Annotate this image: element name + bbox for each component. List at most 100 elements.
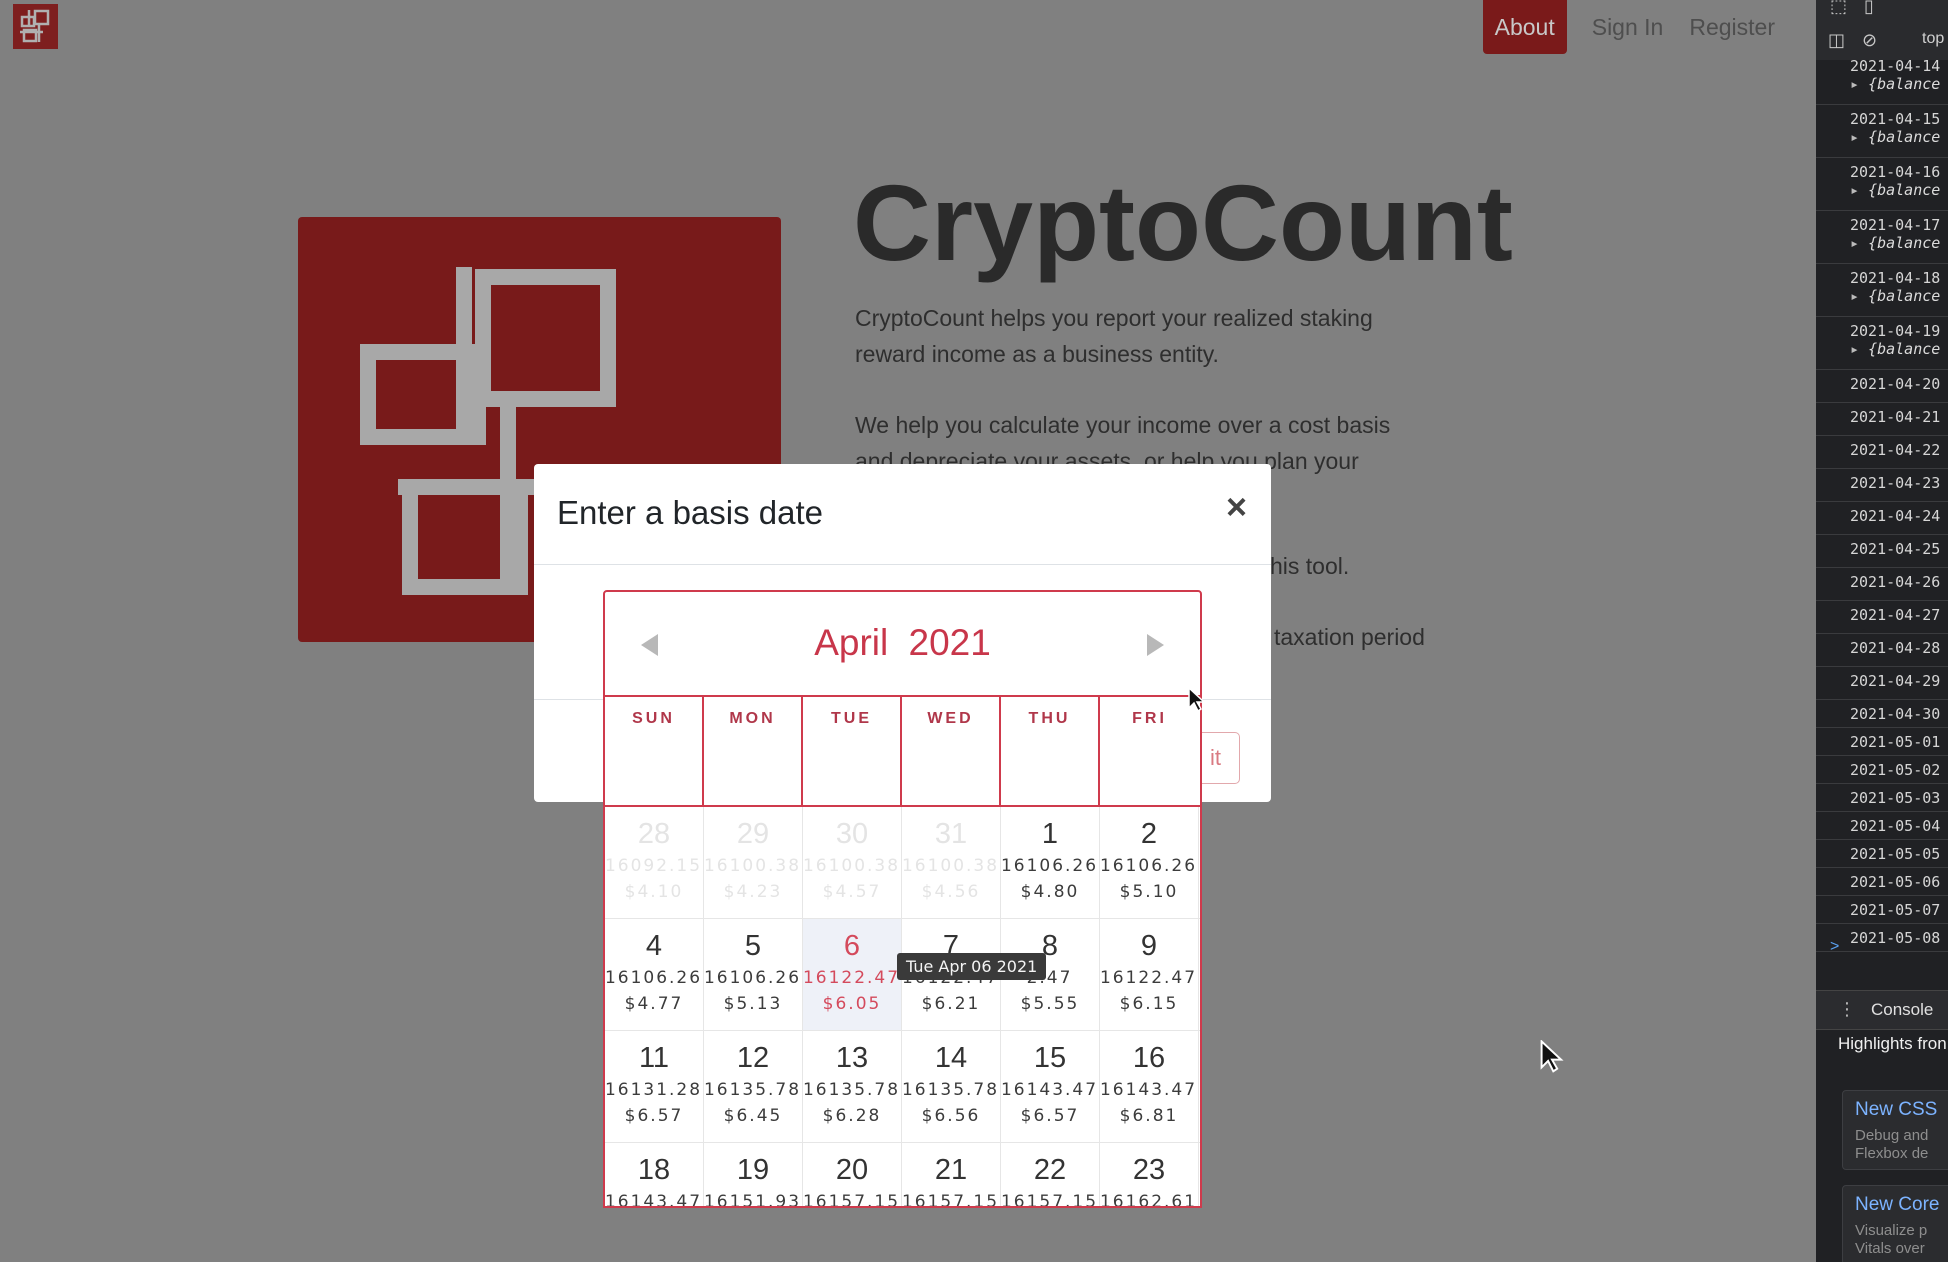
calendar-day[interactable]: 22 16157.15 bbox=[1001, 1143, 1100, 1206]
console-log-entry[interactable]: 2021-04-14{balance bbox=[1816, 52, 1948, 105]
log-object[interactable]: {balance bbox=[1850, 128, 1948, 146]
log-object[interactable]: {balance bbox=[1850, 340, 1948, 358]
calendar-day[interactable]: 30 16100.38 $4.57 bbox=[803, 807, 902, 918]
console-log-entry[interactable]: 2021-05-02 bbox=[1816, 756, 1948, 784]
whats-new-card[interactable]: New CSS Debug and Flexbox de bbox=[1842, 1090, 1948, 1170]
log-object[interactable]: {balance bbox=[1850, 234, 1948, 252]
calendar-day[interactable]: 28 16092.15 $4.10 bbox=[605, 807, 704, 918]
context-selector[interactable]: top bbox=[1922, 30, 1944, 48]
console-log-entry[interactable]: 2021-04-24 bbox=[1816, 502, 1948, 535]
log-date: 2021-04-16 bbox=[1850, 163, 1941, 181]
log-date: 2021-04-30 bbox=[1850, 705, 1941, 723]
calendar-day[interactable]: 31 16100.38 $4.56 bbox=[902, 807, 1001, 918]
console-prompt-icon[interactable]: > bbox=[1830, 938, 1839, 956]
card-desc-line: Flexbox de bbox=[1855, 1145, 1929, 1162]
console-log-entry[interactable]: 2021-05-05 bbox=[1816, 840, 1948, 868]
calendar-day[interactable]: 12 16135.78 $6.45 bbox=[704, 1031, 803, 1142]
console-log-entry[interactable]: 2021-04-23 bbox=[1816, 469, 1948, 502]
card-desc: Visualize p Vitals over bbox=[1855, 1222, 1927, 1258]
day-balance: 16100.38 bbox=[802, 856, 901, 876]
calendar-day[interactable]: 4 16106.26 $4.77 bbox=[605, 919, 704, 1030]
card-desc-line: Debug and bbox=[1855, 1127, 1929, 1144]
console-log-entry[interactable]: 2021-04-17{balance bbox=[1816, 211, 1948, 264]
next-month-icon[interactable] bbox=[1147, 634, 1164, 656]
brand-logo[interactable] bbox=[13, 4, 58, 49]
console-log-entry[interactable]: 2021-05-04 bbox=[1816, 812, 1948, 840]
log-object[interactable]: {balance bbox=[1850, 287, 1948, 305]
day-number: 1 bbox=[1041, 818, 1059, 850]
console-log-entry[interactable]: 2021-04-30 bbox=[1816, 700, 1948, 728]
day-usd-value: $5.13 bbox=[723, 994, 783, 1014]
log-date: 2021-05-03 bbox=[1850, 789, 1941, 807]
log-date: 2021-04-19 bbox=[1850, 322, 1941, 340]
clear-console-icon[interactable]: ⊘ bbox=[1862, 30, 1877, 51]
console-log-entry[interactable]: 2021-04-29 bbox=[1816, 667, 1948, 700]
calendar-day[interactable]: 16 16143.47 $6.81 bbox=[1100, 1031, 1199, 1142]
console-log-entry[interactable]: 2021-05-01 bbox=[1816, 728, 1948, 756]
calendar-day[interactable]: 19 16151.93 bbox=[704, 1143, 803, 1206]
log-date: 2021-05-08 bbox=[1850, 929, 1941, 947]
hero-paragraph-4: taxation period bbox=[1274, 624, 1425, 650]
calendar-week-row: 11 16131.28 $6.57 12 16135.78 $6.45 13 16135.78… bbox=[605, 1031, 1200, 1143]
day-number: 20 bbox=[835, 1154, 869, 1186]
calendar-day[interactable]: 2 16106.26 $5.10 bbox=[1100, 807, 1199, 918]
device-toolbar-icon[interactable]: ▯ bbox=[1864, 0, 1874, 17]
calendar-day[interactable]: 15 16143.47 $6.57 bbox=[1001, 1031, 1100, 1142]
console-log-entry[interactable]: 2021-05-03 bbox=[1816, 784, 1948, 812]
nav-sign-in[interactable]: Sign In bbox=[1579, 0, 1677, 54]
console-log-entry[interactable]: 2021-04-21 bbox=[1816, 403, 1948, 436]
calendar-grid: 28 16092.15 $4.10 29 16100.38 $4.23 30 16100.38… bbox=[605, 807, 1200, 1208]
calendar-day[interactable]: 11 16131.28 $6.57 bbox=[605, 1031, 704, 1142]
calendar-day[interactable]: 13 16135.78 $6.28 bbox=[803, 1031, 902, 1142]
day-usd-value: $4.77 bbox=[624, 994, 684, 1014]
log-object[interactable]: {balance bbox=[1850, 181, 1948, 199]
day-balance: 16162.61 bbox=[1099, 1192, 1198, 1208]
weekday-header-row: SUN MON TUE WED THU FRI bbox=[605, 697, 1200, 807]
console-log-entry[interactable]: 2021-04-15{balance bbox=[1816, 105, 1948, 158]
day-balance: 16135.78 bbox=[703, 1080, 802, 1100]
console-output: 2021-04-14{balance2021-04-15{balance2021… bbox=[1816, 52, 1948, 952]
whats-new-card[interactable]: New Core Visualize p Vitals over bbox=[1842, 1185, 1948, 1262]
top-nav: About Sign In Register bbox=[1482, 0, 1788, 54]
day-balance: 16106.26 bbox=[604, 968, 703, 988]
more-options-icon[interactable]: ⋮ bbox=[1838, 999, 1856, 1020]
calendar-day[interactable]: 23 16162.61 bbox=[1099, 1143, 1199, 1208]
console-log-entry[interactable]: 2021-04-19{balance bbox=[1816, 317, 1948, 370]
log-date: 2021-04-21 bbox=[1850, 408, 1941, 426]
console-log-entry[interactable]: 2021-04-18{balance bbox=[1816, 264, 1948, 317]
calendar-day[interactable]: 21 16157.15 bbox=[902, 1143, 1001, 1206]
calendar-day[interactable]: 29 16100.38 $4.23 bbox=[704, 807, 803, 918]
calendar-day[interactable]: 6 16122.47 $6.05 bbox=[803, 919, 902, 1030]
hero-p2-line1: We help you calculate your income over a… bbox=[855, 412, 1391, 438]
calendar-day[interactable]: 18 16143.47 bbox=[605, 1143, 704, 1206]
day-usd-value: $6.57 bbox=[624, 1106, 684, 1126]
console-log-entry[interactable]: 2021-05-07 bbox=[1816, 896, 1948, 924]
log-date: 2021-04-28 bbox=[1850, 639, 1941, 657]
sidebar-toggle-icon[interactable]: ◫ bbox=[1828, 30, 1845, 51]
log-object[interactable]: {balance bbox=[1850, 75, 1948, 93]
console-log-entry[interactable]: 2021-04-22 bbox=[1816, 436, 1948, 469]
console-log-entry[interactable]: 2021-04-25 bbox=[1816, 535, 1948, 568]
console-log-entry[interactable]: 2021-04-28 bbox=[1816, 634, 1948, 667]
day-number: 22 bbox=[1033, 1154, 1067, 1186]
day-usd-value: $4.57 bbox=[822, 882, 882, 902]
nav-about[interactable]: About bbox=[1482, 0, 1567, 54]
console-log-entry[interactable]: 2021-04-27 bbox=[1816, 601, 1948, 634]
calendar-day[interactable]: 1 16106.26 $4.80 bbox=[1001, 807, 1100, 918]
nav-register[interactable]: Register bbox=[1676, 0, 1788, 54]
calendar-day[interactable]: 14 16135.78 $6.56 bbox=[902, 1031, 1001, 1142]
console-log-entry[interactable]: 2021-04-20 bbox=[1816, 370, 1948, 403]
console-log-entry[interactable]: 2021-05-06 bbox=[1816, 868, 1948, 896]
log-date: 2021-04-23 bbox=[1850, 474, 1941, 492]
inspect-element-icon[interactable]: ⬚ bbox=[1830, 0, 1847, 17]
tab-console[interactable]: Console bbox=[1871, 1000, 1933, 1020]
calendar-day[interactable]: 9 16122.47 $6.15 bbox=[1100, 919, 1199, 1030]
day-usd-value: $6.05 bbox=[822, 994, 882, 1014]
log-date: 2021-04-25 bbox=[1850, 540, 1941, 558]
calendar-day[interactable]: 5 16106.26 $5.13 bbox=[704, 919, 803, 1030]
close-button[interactable]: × bbox=[1226, 486, 1247, 528]
console-log-entry[interactable]: 2021-04-16{balance bbox=[1816, 158, 1948, 211]
devtools-panel: ⬚ ▯ ◫ ⊘ top 2021-04-14{balance2021-04-15… bbox=[1816, 0, 1948, 1262]
console-log-entry[interactable]: 2021-04-26 bbox=[1816, 568, 1948, 601]
calendar-day[interactable]: 20 16157.15 bbox=[803, 1143, 902, 1206]
